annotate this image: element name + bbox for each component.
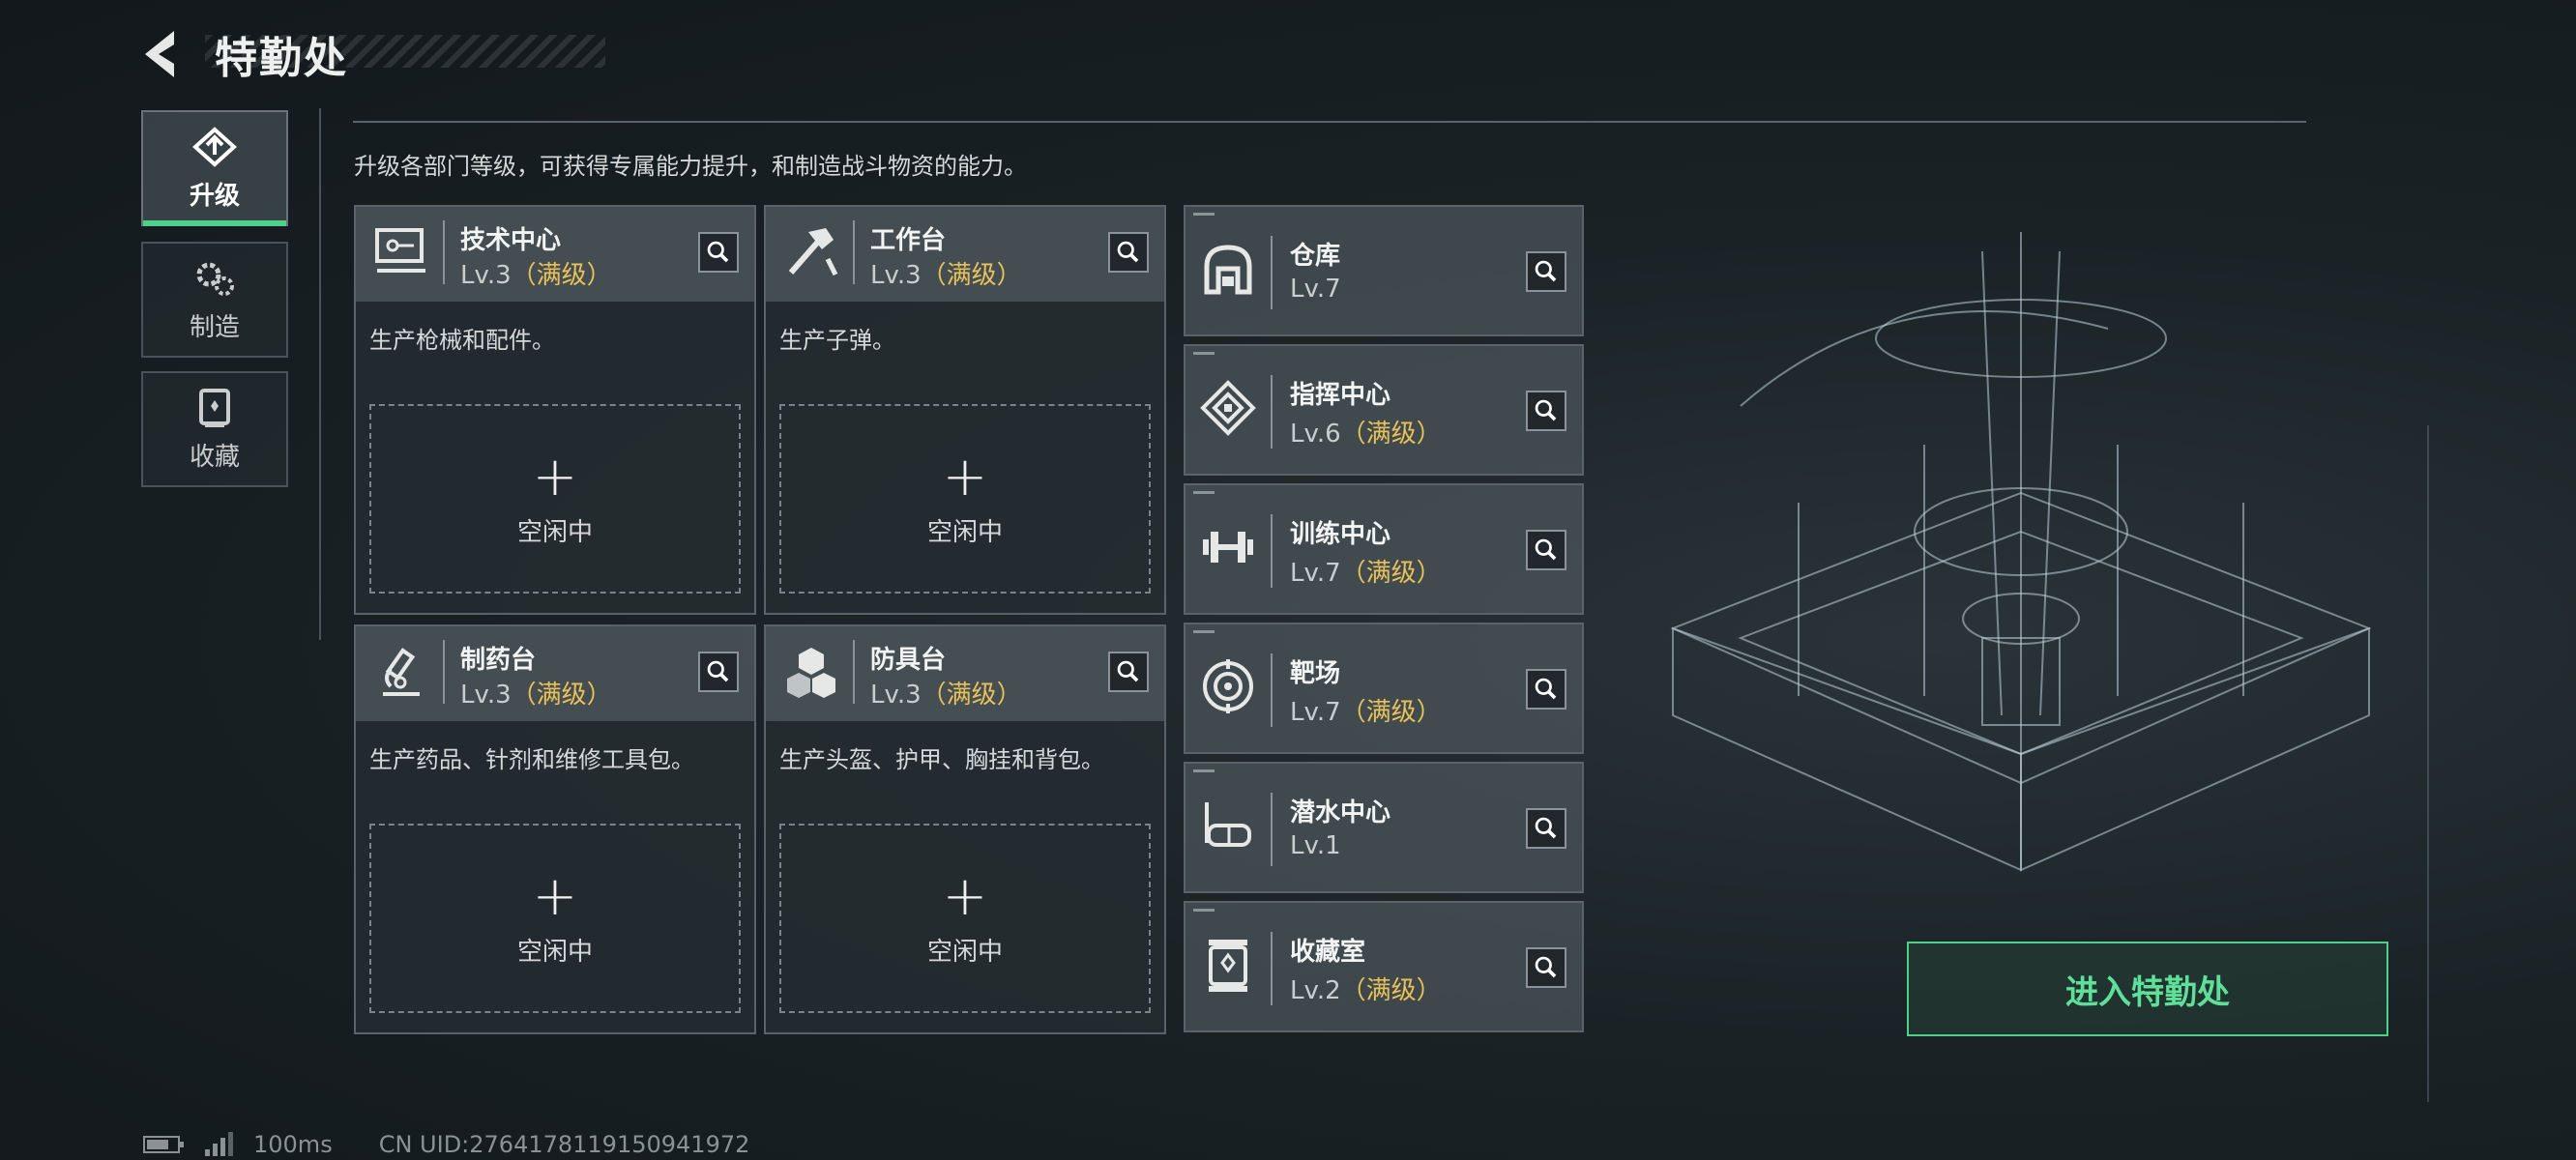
production-slot[interactable]: + 空闲中 [779,404,1151,594]
dept-card-tech-center: 技术中心 Lv.3（满级） 生产枪械和配件。 + 空闲中 [354,205,756,615]
slot-status: 空闲中 [926,937,1003,967]
user-uid: CN UID:2764178119150941972 [378,1131,750,1158]
plus-icon: + [942,864,988,928]
tab-label: 升级 [189,181,240,211]
collection-room-icon [1209,940,1247,992]
search-icon[interactable] [1526,808,1566,849]
base-wireframe-illustration [1670,232,2372,872]
production-slot[interactable]: + 空闲中 [369,824,741,1013]
search-icon[interactable] [1526,251,1566,292]
facility-name: 仓库 [1290,242,1341,271]
plus-icon: + [532,864,578,928]
tab-label: 收藏 [189,442,240,472]
battery-icon [143,1136,184,1153]
dept-description: 生产枪械和配件。 [369,327,555,354]
dept-description: 生产子弹。 [779,327,895,354]
gears-icon [196,262,234,296]
pharmacy-icon [383,648,420,696]
facility-level: Lv.2（满级） [1290,976,1442,1005]
dept-card-pharmacy: 制药台 Lv.3（满级） 生产药品、针剂和维修工具包。 + 空闲中 [354,624,756,1034]
dept-level: Lv.3（满级） [460,261,612,290]
slot-status: 空闲中 [516,517,593,547]
facility-diving-center[interactable]: 潜水中心 Lv.1 [1184,762,1584,893]
facility-collection-room[interactable]: 收藏室 Lv.2（满级） [1184,901,1584,1032]
workbench-icon [788,228,838,276]
tab-collection[interactable]: 收藏 [141,371,288,487]
search-icon[interactable] [1526,391,1566,431]
slot-status: 空闲中 [926,517,1003,547]
facility-warehouse[interactable]: 仓库 Lv.7 [1184,205,1584,336]
divider [319,108,321,640]
dept-name: 技术中心 [460,226,562,255]
facility-name: 靶场 [1290,659,1341,688]
signal-icon [205,1132,233,1156]
command-center-icon [1200,380,1256,436]
facility-name: 训练中心 [1290,520,1391,549]
shooting-range-icon [1203,659,1253,713]
dept-card-armor-bench: 防具台 Lv.3（满级） 生产头盔、护甲、胸挂和背包。 + 空闲中 [764,624,1166,1034]
search-icon[interactable] [1526,669,1566,710]
dept-level: Lv.3（满级） [460,681,612,710]
facility-level: Lv.1 [1290,831,1341,860]
back-icon[interactable] [135,25,193,83]
dept-card-workbench: 工作台 Lv.3（满级） 生产子弹。 + 空闲中 [764,205,1166,615]
divider [2427,425,2429,1102]
tab-craft[interactable]: 制造 [141,242,288,358]
production-slot[interactable]: + 空闲中 [369,404,741,594]
facility-level: Lv.7（满级） [1290,559,1442,588]
search-icon[interactable] [1108,652,1149,692]
facility-command-center[interactable]: 指挥中心 Lv.6（满级） [1184,344,1584,476]
search-icon[interactable] [1526,530,1566,570]
upgrade-icon [192,126,237,167]
ping-value: 100ms [253,1131,333,1158]
upgrade-description: 升级各部门等级，可获得专属能力提升，和制造战斗物资的能力。 [354,153,1027,180]
training-center-icon [1203,532,1253,563]
search-icon[interactable] [1108,232,1149,273]
diving-center-icon [1205,802,1251,847]
dept-description: 生产头盔、护甲、胸挂和背包。 [779,746,1104,773]
dept-name: 工作台 [870,226,947,255]
status-bar: 100ms CN UID:2764178119150941972 [143,1131,749,1158]
production-slot[interactable]: + 空闲中 [779,824,1151,1013]
search-icon[interactable] [698,652,739,692]
armor-bench-icon [787,648,835,698]
search-icon[interactable] [698,232,739,273]
dept-description: 生产药品、针剂和维修工具包。 [369,746,694,773]
facility-level: Lv.7 [1290,275,1341,304]
dept-level: Lv.3（满级） [870,261,1022,290]
facility-name: 潜水中心 [1290,798,1391,827]
tab-upgrade[interactable]: 升级 [141,110,288,226]
dept-name: 制药台 [460,646,537,675]
tech-center-icon [375,228,425,273]
facility-name: 收藏室 [1290,938,1366,967]
plus-icon: + [942,445,988,508]
slot-status: 空闲中 [516,937,593,967]
facility-shooting-range[interactable]: 靶场 Lv.7（满级） [1184,623,1584,754]
divider [353,121,2306,123]
tab-label: 制造 [189,312,240,342]
facility-level: Lv.7（满级） [1290,698,1442,727]
collection-icon [199,388,230,427]
page-title: 特勤处 [215,34,348,83]
facility-name: 指挥中心 [1290,381,1391,410]
search-icon[interactable] [1526,947,1566,988]
dept-name: 防具台 [870,646,947,675]
warehouse-icon [1204,245,1252,295]
facility-training-center[interactable]: 训练中心 Lv.7（满级） [1184,483,1584,615]
plus-icon: + [532,445,578,508]
facility-level: Lv.6（满级） [1290,420,1442,449]
enter-special-ops-button[interactable]: 进入特勤处 [1907,942,2388,1036]
dept-level: Lv.3（满级） [870,681,1022,710]
